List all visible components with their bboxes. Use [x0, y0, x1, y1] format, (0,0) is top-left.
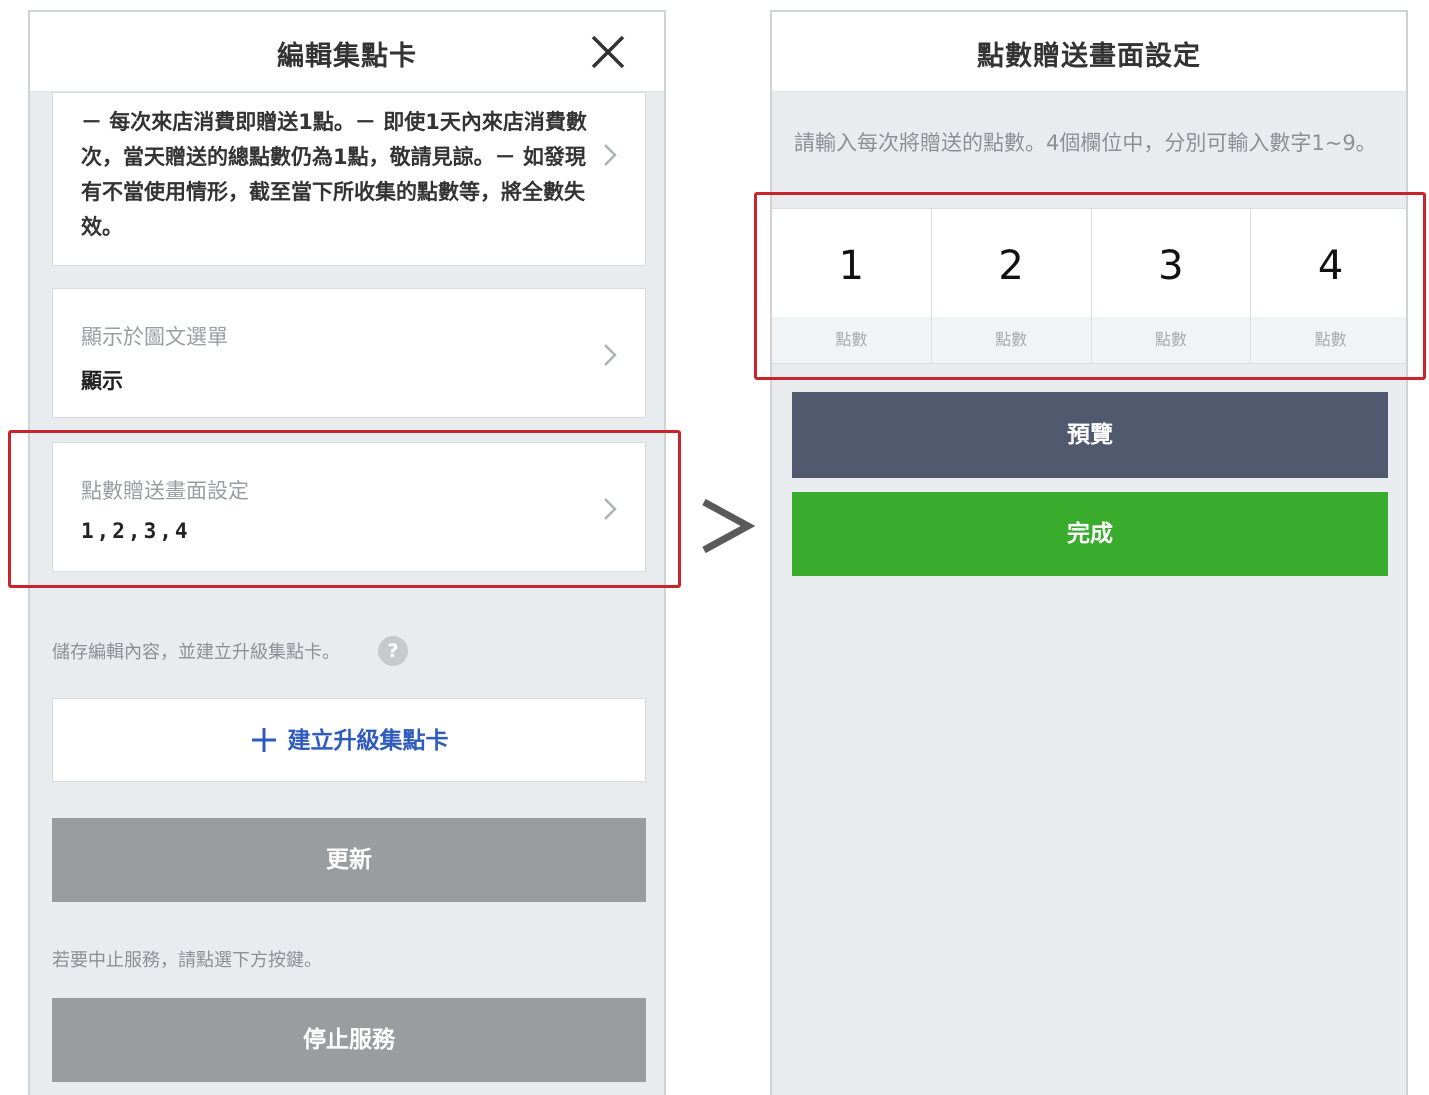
point-value: 3 — [1158, 243, 1184, 289]
points-input-row: 1 點數 2 點數 3 點數 4 點數 — [772, 208, 1406, 364]
point-value: 1 — [838, 243, 865, 289]
rules-card[interactable]: － 每次來店消費即贈送1點。－ 即使1天內來店消費數次，當天贈送的總點數仍為1點… — [52, 92, 646, 266]
close-icon[interactable] — [590, 34, 626, 70]
rich-menu-card[interactable]: 顯示於圖文選單 顯示 — [52, 288, 646, 418]
save-hint: 儲存編輯內容，並建立升級集點卡。 — [52, 642, 340, 663]
page-title: 點數贈送畫面設定 — [977, 41, 1201, 72]
points-screen-settings: 點數贈送畫面設定 請輸入每次將贈送的點數。4個欄位中，分別可輸入數字1~9。 1… — [770, 10, 1408, 1095]
stop-hint: 若要中止服務，請點選下方按鍵。 — [52, 950, 322, 971]
point-field-1[interactable]: 1 點數 — [772, 209, 932, 363]
points-setting-label: 點數贈送畫面設定 — [81, 479, 249, 503]
create-upgrade-card-button[interactable]: 建立升級集點卡 — [52, 698, 646, 782]
point-unit: 點數 — [1091, 317, 1251, 363]
page-title: 編輯集點卡 — [277, 41, 417, 72]
point-field-2[interactable]: 2 點數 — [931, 209, 1092, 363]
plus-icon — [251, 727, 276, 752]
header: 點數贈送畫面設定 — [772, 12, 1406, 92]
point-field-4[interactable]: 4 點數 — [1251, 209, 1406, 363]
rich-menu-label: 顯示於圖文選單 — [81, 325, 228, 349]
arrow-right-icon — [702, 498, 756, 554]
rules-text: － 每次來店消費即贈送1點。－ 即使1天內來店消費數次，當天贈送的總點數仍為1點… — [81, 110, 587, 239]
help-icon[interactable]: ? — [378, 636, 408, 666]
preview-button[interactable]: 預覽 — [792, 392, 1388, 478]
point-field-3[interactable]: 3 點數 — [1091, 209, 1252, 363]
done-button[interactable]: 完成 — [792, 492, 1388, 576]
chevron-right-icon — [604, 498, 617, 520]
header: 編輯集點卡 — [30, 12, 664, 92]
edit-stamp-card-screen: 編輯集點卡 － 每次來店消費即贈送1點。－ 即使1天內來店消費數次，當天贈送的總… — [28, 10, 666, 1095]
rich-menu-value: 顯示 — [81, 369, 123, 393]
point-unit: 點數 — [772, 317, 931, 363]
points-instruction: 請輸入每次將贈送的點數。4個欄位中，分別可輸入數字1~9。 — [794, 131, 1377, 155]
point-unit: 點數 — [1251, 317, 1406, 363]
points-setting-card[interactable]: 點數贈送畫面設定 1,2,3,4 — [52, 442, 646, 572]
stop-service-button[interactable]: 停止服務 — [52, 998, 646, 1082]
point-unit: 點數 — [931, 317, 1091, 363]
points-setting-value: 1,2,3,4 — [81, 519, 191, 543]
chevron-right-icon — [604, 144, 617, 166]
chevron-right-icon — [604, 344, 617, 366]
point-value: 2 — [998, 243, 1024, 289]
update-button[interactable]: 更新 — [52, 818, 646, 902]
point-value: 4 — [1317, 243, 1344, 289]
create-upgrade-card-label: 建立升級集點卡 — [287, 728, 449, 754]
